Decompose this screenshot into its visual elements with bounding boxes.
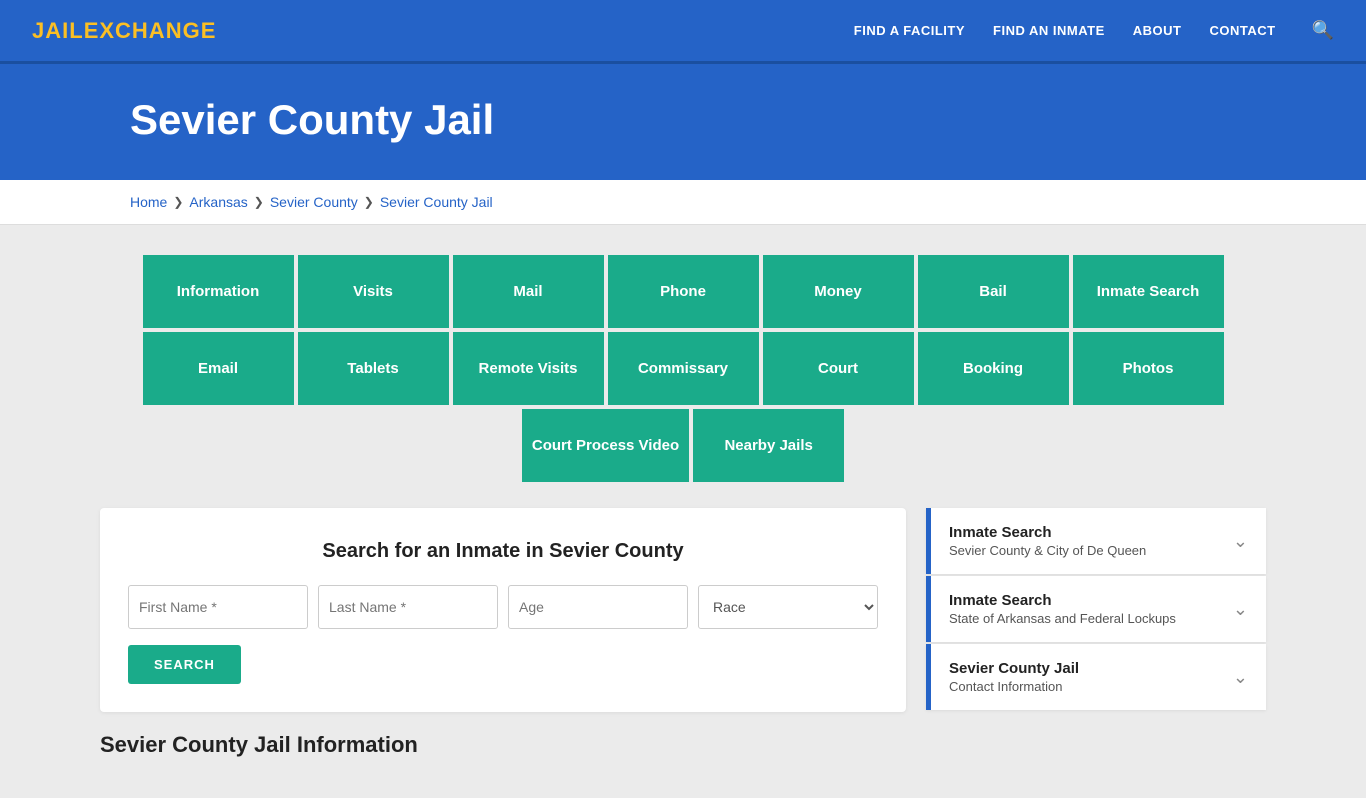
- search-form-title: Search for an Inmate in Sevier County: [128, 540, 878, 563]
- breadcrumb-arkansas[interactable]: Arkansas: [189, 194, 247, 210]
- last-name-input[interactable]: [318, 585, 498, 629]
- btn-remote-visits[interactable]: Remote Visits: [451, 330, 606, 407]
- search-button[interactable]: SEARCH: [128, 645, 241, 684]
- nav-find-facility[interactable]: FIND A FACILITY: [854, 22, 965, 40]
- breadcrumb-sep-3: ❯: [364, 195, 374, 209]
- sidebar-contact-title: Sevier County Jail: [949, 660, 1079, 677]
- sidebar-state-sub: State of Arkansas and Federal Lockups: [949, 611, 1176, 626]
- grid-buttons: Information Visits Mail Phone Money Bail…: [100, 253, 1266, 484]
- bottom-section: Sevier County Jail Information: [100, 732, 1266, 758]
- nav-about[interactable]: ABOUT: [1133, 22, 1182, 40]
- sidebar-county-title: Inmate Search: [949, 524, 1146, 541]
- btn-row-3: Court Process Video Nearby Jails: [520, 407, 846, 484]
- btn-row-2: Email Tablets Remote Visits Commissary C…: [141, 330, 1226, 407]
- btn-booking[interactable]: Booking: [916, 330, 1071, 407]
- sidebar: Inmate Search Sevier County & City of De…: [926, 508, 1266, 710]
- btn-mail[interactable]: Mail: [451, 253, 606, 330]
- btn-email[interactable]: Email: [141, 330, 296, 407]
- sidebar-item-state-search[interactable]: Inmate Search State of Arkansas and Fede…: [926, 576, 1266, 642]
- logo-part2: EXCHANGE: [84, 18, 217, 43]
- breadcrumb: Home ❯ Arkansas ❯ Sevier County ❯ Sevier…: [130, 194, 1236, 210]
- navbar: JAILEXCHANGE FIND A FACILITY FIND AN INM…: [0, 0, 1366, 64]
- breadcrumb-bar: Home ❯ Arkansas ❯ Sevier County ❯ Sevier…: [0, 180, 1366, 225]
- content-area: Search for an Inmate in Sevier County Ra…: [100, 508, 1266, 712]
- nav-contact[interactable]: CONTACT: [1209, 22, 1275, 40]
- breadcrumb-current: Sevier County Jail: [380, 194, 493, 210]
- search-form-box: Search for an Inmate in Sevier County Ra…: [100, 508, 906, 712]
- btn-bail[interactable]: Bail: [916, 253, 1071, 330]
- search-icon[interactable]: 🔍: [1312, 20, 1334, 40]
- btn-court[interactable]: Court: [761, 330, 916, 407]
- age-input[interactable]: [508, 585, 688, 629]
- sidebar-contact-sub: Contact Information: [949, 679, 1079, 694]
- chevron-down-icon: ⌄: [1233, 531, 1248, 552]
- btn-phone[interactable]: Phone: [606, 253, 761, 330]
- btn-money[interactable]: Money: [761, 253, 916, 330]
- nav-links: FIND A FACILITY FIND AN INMATE ABOUT CON…: [854, 20, 1334, 41]
- race-select[interactable]: Race White Black Hispanic Asian Other: [698, 585, 878, 629]
- btn-information[interactable]: Information: [141, 253, 296, 330]
- btn-row-1: Information Visits Mail Phone Money Bail…: [141, 253, 1226, 330]
- btn-tablets[interactable]: Tablets: [296, 330, 451, 407]
- chevron-down-icon-2: ⌄: [1233, 599, 1248, 620]
- bottom-heading: Sevier County Jail Information: [100, 732, 1266, 758]
- breadcrumb-sep-2: ❯: [254, 195, 264, 209]
- hero-section: Sevier County Jail: [0, 64, 1366, 180]
- logo-part1: JAIL: [32, 18, 84, 43]
- page-title: Sevier County Jail: [130, 96, 1236, 144]
- breadcrumb-sep-1: ❯: [173, 195, 183, 209]
- chevron-down-icon-3: ⌄: [1233, 667, 1248, 688]
- btn-inmate-search[interactable]: Inmate Search: [1071, 253, 1226, 330]
- sidebar-state-title: Inmate Search: [949, 592, 1176, 609]
- sidebar-item-county-search[interactable]: Inmate Search Sevier County & City of De…: [926, 508, 1266, 574]
- nav-find-inmate[interactable]: FIND AN INMATE: [993, 22, 1105, 40]
- btn-photos[interactable]: Photos: [1071, 330, 1226, 407]
- sidebar-item-contact[interactable]: Sevier County Jail Contact Information ⌄: [926, 644, 1266, 710]
- first-name-input[interactable]: [128, 585, 308, 629]
- btn-court-process-video[interactable]: Court Process Video: [520, 407, 691, 484]
- btn-commissary[interactable]: Commissary: [606, 330, 761, 407]
- btn-visits[interactable]: Visits: [296, 253, 451, 330]
- site-logo[interactable]: JAILEXCHANGE: [32, 18, 216, 44]
- breadcrumb-home[interactable]: Home: [130, 194, 167, 210]
- btn-nearby-jails[interactable]: Nearby Jails: [691, 407, 846, 484]
- form-fields: Race White Black Hispanic Asian Other: [128, 585, 878, 629]
- main-content: Information Visits Mail Phone Money Bail…: [0, 225, 1366, 798]
- breadcrumb-sevier-county[interactable]: Sevier County: [270, 194, 358, 210]
- sidebar-county-sub: Sevier County & City of De Queen: [949, 543, 1146, 558]
